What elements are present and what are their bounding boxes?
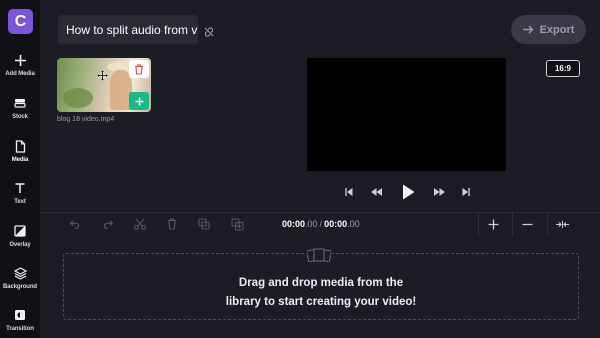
play-icon xyxy=(402,184,414,200)
sidebar-item-media[interactable]: Media xyxy=(0,139,40,177)
split-button[interactable] xyxy=(133,217,147,231)
play-button[interactable] xyxy=(400,183,416,201)
film-strip-icon xyxy=(306,248,332,263)
add-copy-icon xyxy=(230,217,244,231)
thumbnail-foliage xyxy=(63,88,93,108)
undo-button[interactable] xyxy=(69,217,83,231)
move-cursor-icon xyxy=(96,68,109,82)
sidebar-item-label: Text xyxy=(14,199,26,205)
export-label: Export xyxy=(539,23,575,36)
redo-icon xyxy=(103,220,113,229)
sidebar-item-label: Background xyxy=(2,284,37,290)
undo-icon xyxy=(70,220,80,229)
video-preview[interactable] xyxy=(307,58,506,171)
sidebar-item-transition[interactable]: Transition xyxy=(0,308,40,338)
time-separator: / xyxy=(319,219,323,229)
copy-icon xyxy=(198,218,210,230)
fast-forward-icon xyxy=(433,188,445,196)
delete-media-button[interactable] xyxy=(129,60,149,78)
layers-icon xyxy=(13,266,27,280)
skip-end-icon xyxy=(462,188,470,196)
transition-icon xyxy=(13,308,27,322)
arrow-right-icon xyxy=(522,25,534,34)
video-editor-app: C Add Media Stock Media Text Overlay Bac… xyxy=(0,0,600,338)
project-title-text: How to split audio from vi xyxy=(66,22,198,37)
drop-zone-message: Drag and drop media from the library to … xyxy=(63,274,579,312)
total-time: 00:00 xyxy=(324,219,348,229)
plus-icon xyxy=(135,97,143,105)
skip-to-end-button[interactable] xyxy=(460,185,472,199)
scissors-icon xyxy=(134,218,146,230)
aspect-ratio-button[interactable]: 16:9 xyxy=(546,60,580,77)
plus-icon xyxy=(13,53,27,67)
minus-icon xyxy=(522,223,533,225)
skip-to-start-button[interactable] xyxy=(343,185,355,199)
duplicate-button[interactable] xyxy=(197,217,211,231)
timecode-display: 00:00.00/00:00.00 xyxy=(282,219,360,229)
rewind-icon xyxy=(370,188,382,196)
media-thumbnail[interactable] xyxy=(57,58,151,112)
rewind-button[interactable] xyxy=(369,185,383,199)
sidebar: C Add Media Stock Media Text Overlay Bac… xyxy=(0,0,40,338)
sidebar-item-stock[interactable]: Stock xyxy=(0,96,40,134)
trash-icon xyxy=(168,218,176,230)
sidebar-item-text[interactable]: Text xyxy=(0,181,40,219)
sidebar-item-label: Stock xyxy=(12,114,28,120)
sidebar-item-label: Add Media xyxy=(5,71,35,77)
sidebar-item-overlay[interactable]: Overlay xyxy=(0,224,40,262)
file-icon xyxy=(13,139,27,153)
drop-line-2: library to start creating your video! xyxy=(225,296,417,308)
drop-line-1: Drag and drop media from the xyxy=(238,277,404,289)
fast-forward-button[interactable] xyxy=(432,185,446,199)
unlink-icon[interactable] xyxy=(204,24,214,37)
plus-icon xyxy=(488,219,499,229)
sidebar-item-background[interactable]: Background xyxy=(0,266,40,304)
stock-icon xyxy=(13,96,27,110)
sidebar-item-label: Media xyxy=(11,157,29,163)
text-icon xyxy=(13,181,27,195)
fit-timeline-button[interactable] xyxy=(547,211,577,237)
app-logo[interactable]: C xyxy=(8,9,33,34)
trash-icon xyxy=(135,63,143,75)
sidebar-item-label: Transition xyxy=(6,326,34,332)
add-to-timeline-button[interactable] xyxy=(129,92,149,110)
zoom-in-button[interactable] xyxy=(478,211,508,237)
total-time-fraction: .00 xyxy=(347,219,360,229)
delete-clip-button[interactable] xyxy=(165,217,179,231)
zoom-out-button[interactable] xyxy=(512,211,542,237)
current-time-fraction: .00 xyxy=(305,219,318,229)
overlay-icon xyxy=(13,224,27,238)
sidebar-item-add-media[interactable]: Add Media xyxy=(0,53,40,91)
sidebar-item-label: Overlay xyxy=(9,242,31,248)
project-title-input[interactable]: How to split audio from vi xyxy=(58,15,198,44)
media-filename: blog 18 video.mp4 xyxy=(57,116,115,123)
collapse-arrows-icon xyxy=(556,220,569,228)
redo-button[interactable] xyxy=(100,217,114,231)
current-time: 00:00 xyxy=(282,219,306,229)
add-copy-button[interactable] xyxy=(230,217,244,231)
skip-start-icon xyxy=(345,188,353,196)
export-button[interactable]: Export xyxy=(511,15,586,44)
